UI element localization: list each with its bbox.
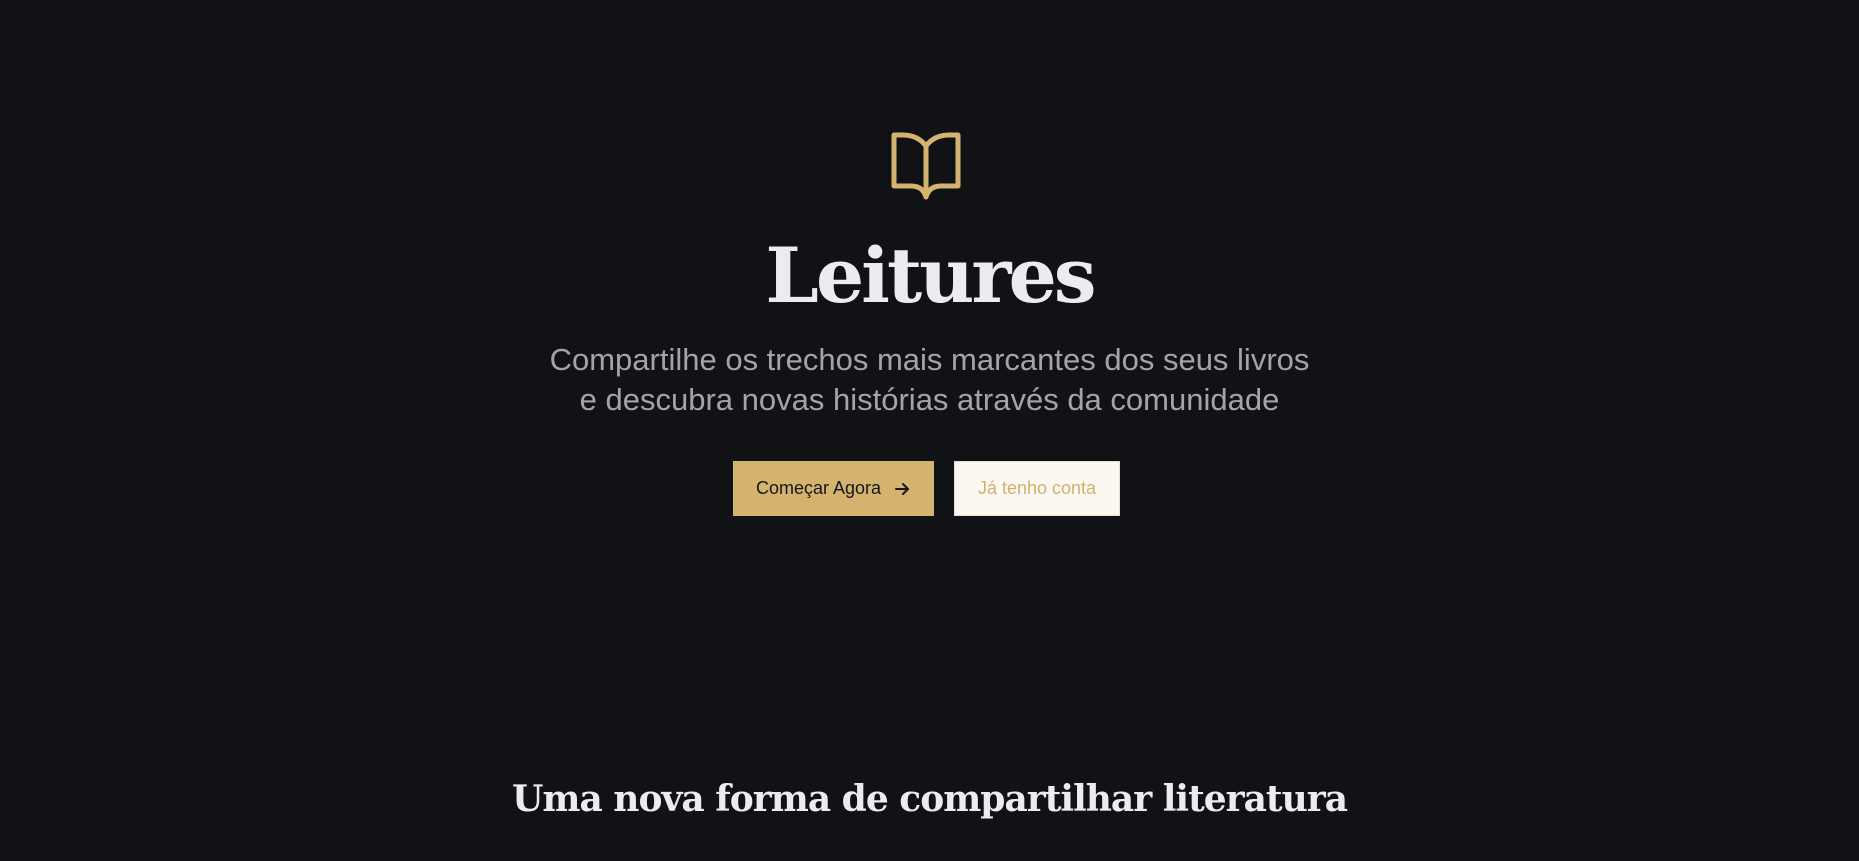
start-now-button-label: Começar Agora bbox=[755, 478, 882, 498]
hero-subtitle-line: e descubra novas histórias através da co… bbox=[579, 382, 1280, 417]
section-heading: Uma nova forma de compartilhar literatur… bbox=[511, 778, 1348, 820]
have-account-button-label: Já tenho conta bbox=[977, 478, 1097, 498]
arrow-right-icon bbox=[893, 480, 911, 498]
app-title: Leitures bbox=[765, 231, 1096, 320]
book-open-icon bbox=[889, 131, 963, 201]
hero-subtitle-line: Compartilhe os trechos mais marcantes do… bbox=[549, 342, 1310, 377]
start-now-button[interactable]: Começar Agora bbox=[733, 461, 934, 516]
have-account-button[interactable]: Já tenho conta bbox=[954, 461, 1120, 516]
hero-subtitle: Compartilhe os trechos mais marcantes do… bbox=[0, 340, 1859, 420]
